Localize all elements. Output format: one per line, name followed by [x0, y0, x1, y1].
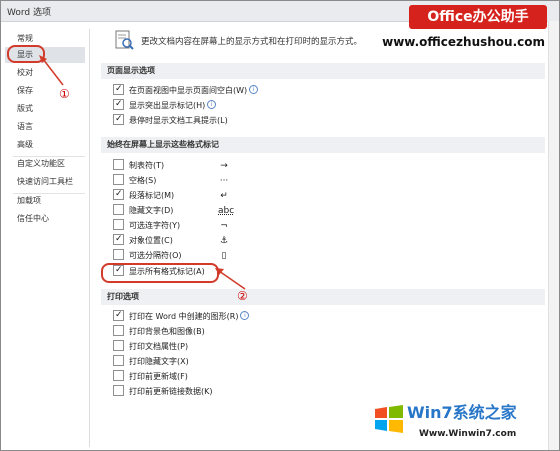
option-label: 空格(S) [129, 176, 157, 185]
option-hidden-text[interactable]: 隐藏文字(D) abc [113, 204, 235, 217]
option-label: 打印前更新链接数据(K) [129, 387, 213, 396]
optional-break-icon: ▯ [221, 251, 227, 261]
option-label: 悬停时显示文档工具提示(L) [129, 116, 228, 125]
annotation-marker-1: ① [59, 87, 70, 101]
watermark-site-name: Win7系统之家 [407, 403, 517, 422]
option-show-highlighter[interactable]: 显示突出显示标记(H)i [113, 98, 217, 112]
sidebar-item-language[interactable]: 语言 [5, 119, 85, 135]
option-label: 打印前更新域(F) [129, 372, 188, 381]
option-print-drawings[interactable]: 打印在 Word 中创建的图形(R)i [113, 309, 250, 323]
checkbox[interactable] [113, 355, 124, 366]
checkbox[interactable] [113, 83, 124, 95]
info-icon: i [207, 100, 217, 109]
annotation-arrow-1 [39, 55, 64, 86]
option-spaces[interactable]: 空格(S) ··· [113, 174, 233, 187]
checkbox[interactable] [113, 325, 124, 336]
hidden-text-icon: abc [218, 206, 235, 216]
annotation-circle-show-all [101, 263, 219, 283]
section-formatting-marks: 始终在屏幕上显示这些格式标记 [101, 137, 545, 153]
sidebar-item-customize-ribbon[interactable]: 自定义功能区 [5, 156, 85, 172]
section-page-display: 页面显示选项 [101, 63, 545, 79]
checkbox[interactable] [113, 113, 124, 125]
intro-text: 更改文档内容在屏幕上的显示方式和在打印时的显示方式。 [141, 37, 363, 47]
checkbox[interactable] [113, 309, 124, 321]
option-label: 可选连字符(Y) [129, 221, 181, 230]
checkbox[interactable] [113, 219, 124, 230]
option-print-hidden-text[interactable]: 打印隐藏文字(X) [113, 355, 189, 368]
option-label: 显示突出显示标记(H) [129, 101, 206, 110]
sidebar-item-quick-access-toolbar[interactable]: 快速访问工具栏 [5, 174, 85, 190]
option-label: 在页面视图中显示页面间空白(W) [129, 86, 248, 95]
space-mark-icon: ··· [219, 176, 229, 186]
option-optional-hyphens[interactable]: 可选连字符(Y) ¬ [113, 219, 233, 232]
option-paragraph-marks[interactable]: 段落标记(M) ↵ [113, 188, 233, 202]
option-optional-breaks[interactable]: 可选分隔符(O) ▯ [113, 249, 233, 262]
option-label: 隐藏文字(D) [129, 206, 174, 215]
option-label: 段落标记(M) [129, 191, 175, 200]
checkbox[interactable] [113, 233, 124, 245]
option-print-background[interactable]: 打印背景色和图像(B) [113, 325, 205, 338]
options-sidebar: 常规 显示 校对 保存 版式 语言 高级 自定义功能区 快速访问工具栏 加载项 … [5, 29, 90, 447]
anchor-icon: ⚓ [219, 236, 229, 246]
info-icon: i [249, 85, 259, 94]
option-show-tooltips[interactable]: 悬停时显示文档工具提示(L) [113, 113, 228, 127]
display-options-panel: 更改文档内容在屏幕上的显示方式和在打印时的显示方式。 页面显示选项 在页面视图中… [101, 23, 551, 448]
optional-hyphen-icon: ¬ [220, 221, 228, 231]
window-title: Word 选项 [7, 8, 51, 18]
tab-mark-icon: → [220, 161, 228, 171]
annotation-marker-2: ② [237, 289, 248, 303]
win7-watermark: Win7系统之家 Www.Winwin7.com [369, 393, 557, 449]
option-tab-characters[interactable]: 制表符(T) → [113, 159, 233, 172]
sidebar-item-layout[interactable]: 版式 [5, 101, 85, 117]
document-display-icon [115, 30, 134, 50]
option-label: 对象位置(C) [129, 236, 173, 245]
option-update-linked-data[interactable]: 打印前更新链接数据(K) [113, 385, 213, 398]
option-print-properties[interactable]: 打印文档属性(P) [113, 340, 189, 353]
option-label: 打印在 Word 中创建的图形(R) [129, 312, 239, 321]
option-object-anchors[interactable]: 对象位置(C) ⚓ [113, 233, 233, 247]
option-label: 打印隐藏文字(X) [129, 357, 189, 366]
paragraph-mark-icon: ↵ [220, 191, 228, 201]
sidebar-item-trust-center[interactable]: 信任中心 [5, 211, 85, 227]
info-icon: i [240, 311, 250, 320]
scrollbar[interactable] [548, 21, 559, 450]
sidebar-item-add-ins[interactable]: 加载项 [5, 193, 85, 209]
option-label: 打印文档属性(P) [129, 342, 189, 351]
option-update-fields[interactable]: 打印前更新域(F) [113, 370, 188, 383]
checkbox[interactable] [113, 188, 124, 200]
checkbox[interactable] [113, 385, 124, 396]
windows-logo-icon [375, 405, 403, 433]
word-options-window: Word 选项 Office办公助手 www.officezhushou.com… [0, 0, 560, 451]
checkbox[interactable] [113, 174, 124, 185]
checkbox[interactable] [113, 98, 124, 110]
option-label: 可选分隔符(O) [129, 251, 182, 260]
option-label: 打印背景色和图像(B) [129, 327, 205, 336]
option-show-whitespace[interactable]: 在页面视图中显示页面间空白(W)i [113, 83, 259, 97]
checkbox[interactable] [113, 340, 124, 351]
checkbox[interactable] [113, 370, 124, 381]
checkbox[interactable] [113, 249, 124, 260]
watermark-site-url: Www.Winwin7.com [419, 429, 517, 439]
checkbox[interactable] [113, 204, 124, 215]
option-label: 制表符(T) [129, 161, 165, 170]
section-print-options: 打印选项 [101, 289, 545, 305]
checkbox[interactable] [113, 159, 124, 170]
sidebar-item-advanced[interactable]: 高级 [5, 137, 85, 153]
